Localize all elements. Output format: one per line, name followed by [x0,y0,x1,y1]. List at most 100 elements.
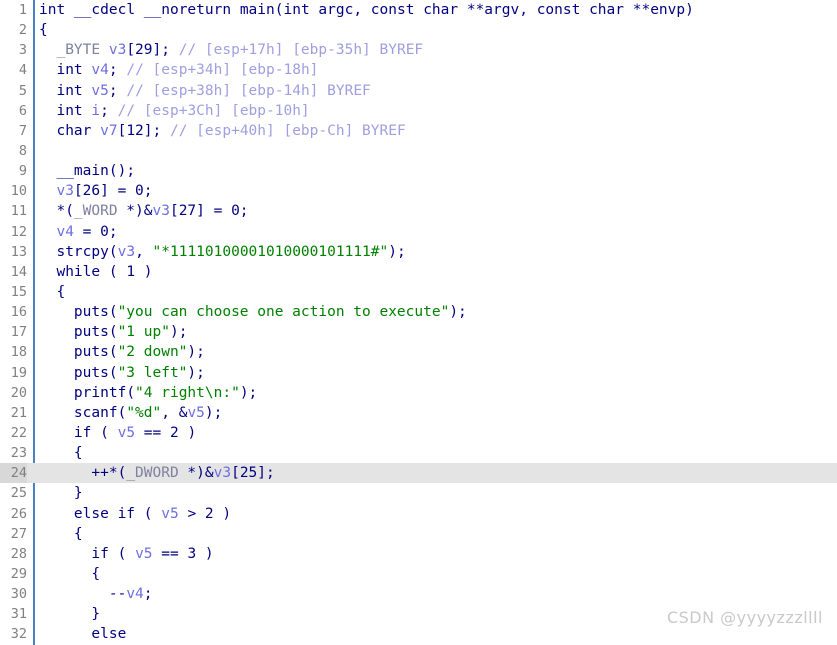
code-line[interactable]: 2{ [0,20,837,40]
code-token: v3 [213,465,232,482]
line-number[interactable]: 26 [0,504,27,524]
code-line[interactable]: 8 [0,141,837,161]
line-number[interactable]: 15 [0,282,27,302]
code-line-text[interactable]: puts("2 down"); [39,342,205,362]
code-line-text[interactable]: { [39,443,83,463]
line-number[interactable]: 19 [0,363,27,383]
code-line-text[interactable]: int v4; // [esp+34h] [ebp-18h] [39,60,318,80]
line-number[interactable]: 23 [0,443,27,463]
code-line[interactable]: 32 else [0,624,837,644]
code-line-text[interactable]: puts("you can choose one action to execu… [39,302,467,322]
code-line[interactable]: 15 { [0,282,837,302]
code-line-text[interactable]: v3[26] = 0; [39,181,152,201]
code-line[interactable]: 29 { [0,564,837,584]
line-number[interactable]: 6 [0,101,27,121]
code-line-text[interactable]: if ( v5 == 2 ) [39,423,196,443]
code-line-text[interactable]: scanf("%d", &v5); [39,403,222,423]
code-line[interactable]: 30 --v4; [0,584,837,604]
line-number[interactable]: 29 [0,564,27,584]
code-line[interactable]: 24 ++*(_DWORD *)&v3[25]; [0,463,837,484]
line-number[interactable]: 8 [0,141,27,161]
line-number[interactable]: 17 [0,322,27,342]
line-number[interactable]: 13 [0,242,27,262]
code-line[interactable]: 16 puts("you can choose one action to ex… [0,302,837,322]
line-number[interactable]: 2 [0,20,27,40]
code-line-text[interactable]: { [39,20,48,40]
line-number[interactable]: 25 [0,483,27,503]
line-number[interactable]: 18 [0,342,27,362]
line-number[interactable]: 10 [0,181,27,201]
code-line[interactable]: 27 { [0,524,837,544]
code-line[interactable]: 7 char v7[12]; // [esp+40h] [ebp-Ch] BYR… [0,121,837,141]
code-line[interactable]: 19 puts("3 left"); [0,363,837,383]
pseudocode-editor[interactable]: 1 int __cdecl __noreturn main(int argc, c… [0,0,837,645]
code-lines-container[interactable]: 1 int __cdecl __noreturn main(int argc, c… [0,0,837,645]
code-line-text[interactable]: while ( 1 ) [39,262,152,282]
line-number[interactable]: 31 [0,604,27,624]
code-line[interactable]: 1 int __cdecl __noreturn main(int argc, c… [0,0,837,20]
line-number[interactable]: 22 [0,423,27,443]
line-number[interactable]: 32 [0,624,27,644]
code-line-text[interactable]: { [39,282,65,302]
code-token: char [589,2,624,18]
code-line-text[interactable]: --v4; [39,584,153,604]
code-line-text[interactable]: int i; // [esp+3Ch] [ebp-10h] [39,101,309,121]
code-line[interactable]: 12 v4 = 0; [0,222,837,242]
code-line-text[interactable]: if ( v5 == 3 ) [39,544,213,564]
code-line-text[interactable]: char v7[12]; // [esp+40h] [ebp-Ch] BYREF [39,121,405,141]
code-line[interactable]: 22 if ( v5 == 2 ) [0,423,837,443]
code-line[interactable]: 20 printf("4 right\n:"); [0,383,837,403]
line-number[interactable]: 28 [0,544,27,564]
line-number[interactable]: 16 [0,302,27,322]
line-number[interactable]: 3 [0,40,27,60]
code-line-text[interactable]: strcpy(v3, "*11110100001010000101111#"); [39,242,405,262]
code-line[interactable]: 17 puts("1 up"); [0,322,837,342]
code-line-text[interactable]: printf("4 right\n:"); [39,383,257,403]
code-line-text[interactable]: int v5; // [esp+38h] [ebp-14h] BYREF [39,81,370,101]
line-number[interactable]: 20 [0,383,27,403]
code-line[interactable]: 4 int v4; // [esp+34h] [ebp-18h] [0,60,837,80]
code-line[interactable]: 5 int v5; // [esp+38h] [ebp-14h] BYREF [0,81,837,101]
code-line-text[interactable]: puts("1 up"); [39,322,188,342]
code-line-text[interactable]: } [39,604,100,624]
line-number[interactable]: 21 [0,403,27,423]
code-line-text[interactable]: puts("3 left"); [39,363,205,383]
code-line-text[interactable]: { [39,564,100,584]
line-number[interactable]: 9 [0,161,27,181]
line-number[interactable]: 24 [0,463,27,484]
line-number[interactable]: 11 [0,201,27,221]
code-line-text[interactable]: __main(); [39,161,135,181]
code-token: [27] = 0; [169,203,249,220]
code-line-text[interactable]: *(_WORD *)&v3[27] = 0; [39,201,249,221]
line-number[interactable]: 30 [0,584,27,604]
code-line[interactable]: 21 scanf("%d", &v5); [0,403,837,423]
code-line-text[interactable]: else if ( v5 > 2 ) [39,504,231,524]
line-number[interactable]: 1 [0,0,27,20]
code-line[interactable]: 10 v3[26] = 0; [0,181,837,201]
code-line-text[interactable]: } [39,483,83,503]
code-line[interactable]: 26 else if ( v5 > 2 ) [0,504,837,524]
code-line-text[interactable]: else [39,624,126,644]
line-number[interactable]: 4 [0,60,27,80]
code-line[interactable]: 3 _BYTE v3[29]; // [esp+17h] [ebp-35h] B… [0,40,837,60]
code-line[interactable]: 18 puts("2 down"); [0,342,837,362]
code-line-text[interactable]: int __cdecl __noreturn main(int argc, co… [39,0,694,20]
line-number[interactable]: 27 [0,524,27,544]
line-number[interactable]: 12 [0,222,27,242]
code-line-text[interactable]: _BYTE v3[29]; // [esp+17h] [ebp-35h] BYR… [39,40,423,60]
code-line[interactable]: 6 int i; // [esp+3Ch] [ebp-10h] [0,101,837,121]
code-line[interactable]: 28 if ( v5 == 3 ) [0,544,837,564]
code-line[interactable]: 25 } [0,483,837,503]
code-line[interactable]: 11 *(_WORD *)&v3[27] = 0; [0,201,837,221]
code-line-text[interactable]: ++*(_DWORD *)&v3[25]; [39,463,274,483]
code-line[interactable]: 23 { [0,443,837,463]
code-line-text[interactable]: { [39,524,83,544]
code-line[interactable]: 9 __main(); [0,161,837,181]
line-number[interactable]: 7 [0,121,27,141]
line-number[interactable]: 5 [0,81,27,101]
code-line[interactable]: 13 strcpy(v3, "*11110100001010000101111#… [0,242,837,262]
code-line-text[interactable]: v4 = 0; [39,222,117,242]
code-line[interactable]: 14 while ( 1 ) [0,262,837,282]
line-number[interactable]: 14 [0,262,27,282]
